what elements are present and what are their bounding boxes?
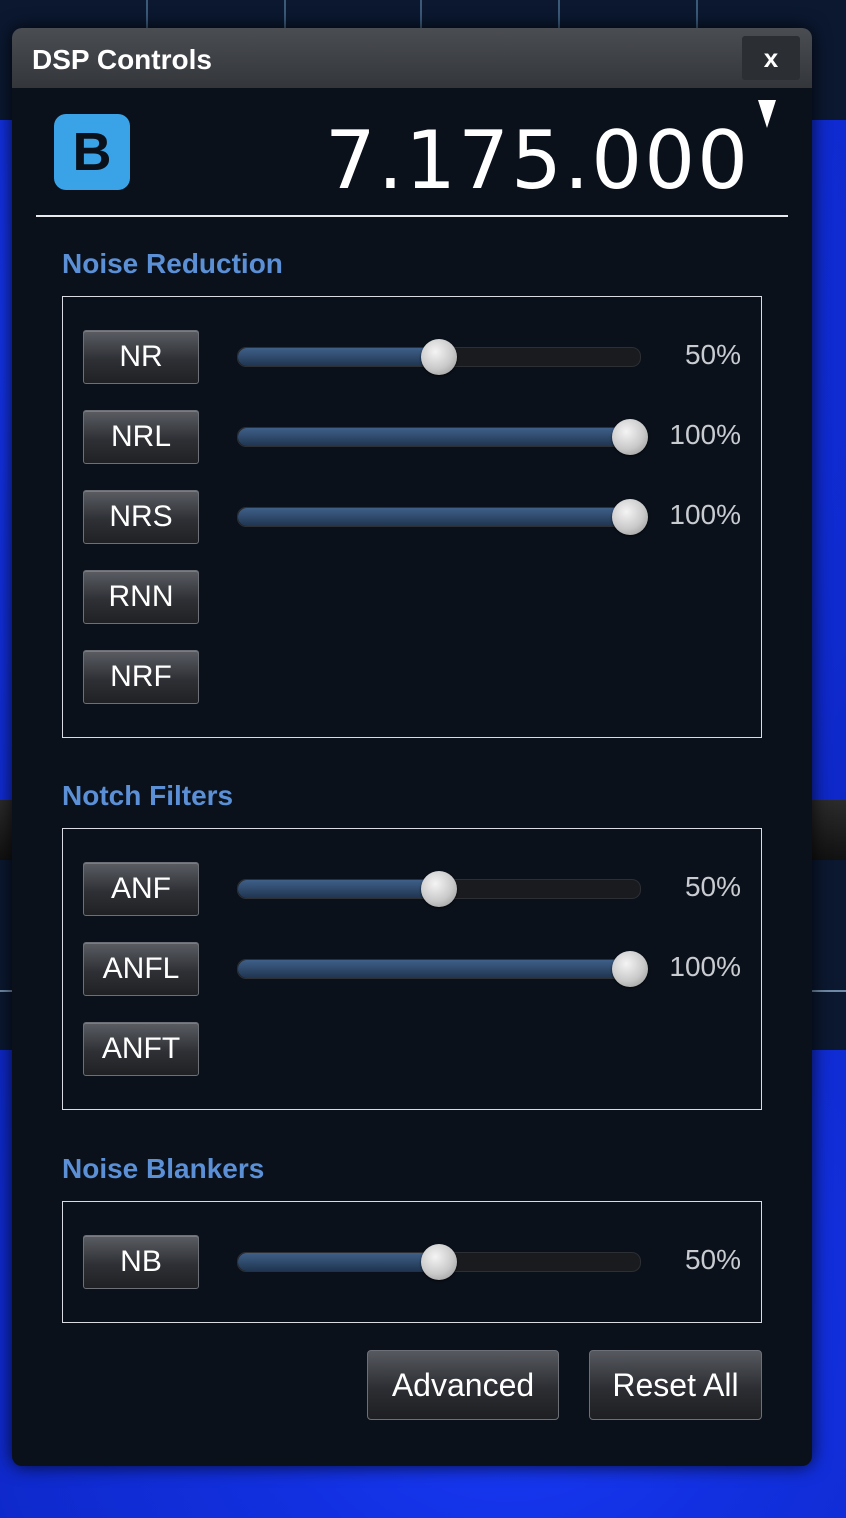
anfl-toggle-button[interactable]: ANFL [83, 942, 199, 996]
reset-all-button[interactable]: Reset All [589, 1350, 762, 1420]
noise-blankers-group: NB 50% [62, 1201, 762, 1323]
nrs-slider-thumb[interactable] [611, 499, 648, 535]
notch-filters-group: ANF 50% ANFL 100% ANFT [62, 828, 762, 1110]
dialog-title: DSP Controls [32, 44, 212, 75]
nrl-slider-thumb[interactable] [611, 419, 648, 455]
vfo-b-badge[interactable]: B [54, 114, 130, 190]
nrs-toggle-button[interactable]: NRS [83, 490, 199, 544]
anfl-slider-thumb[interactable] [611, 951, 648, 987]
title-bar[interactable]: DSP Controls x [12, 28, 812, 88]
notch-filters-title: Notch Filters [62, 780, 234, 811]
nr-value-label: 50% [684, 339, 741, 370]
anft-toggle-button[interactable]: ANFT [83, 1022, 199, 1076]
anfl-slider-fill [238, 960, 640, 978]
noise-reduction-title: Noise Reduction [62, 248, 283, 279]
nrl-value-label: 100% [669, 419, 741, 450]
nb-slider-thumb[interactable] [421, 1244, 457, 1280]
nrl-toggle-button[interactable]: NRL [83, 410, 199, 464]
frequency-display[interactable]: 7.175.000 [325, 114, 750, 207]
nb-toggle-button[interactable]: NB [83, 1235, 199, 1289]
anf-toggle-button[interactable]: ANF [83, 862, 199, 916]
nrs-slider[interactable] [237, 499, 648, 535]
anfl-value-label: 100% [669, 951, 741, 982]
nrf-toggle-button[interactable]: NRF [83, 650, 199, 704]
anf-value-label: 50% [684, 871, 741, 902]
nrs-value-label: 100% [669, 499, 741, 530]
nr-slider[interactable] [237, 339, 641, 375]
header-divider [36, 215, 788, 217]
rnn-toggle-button[interactable]: RNN [83, 570, 199, 624]
nrl-slider-fill [238, 428, 640, 446]
anf-slider[interactable] [237, 871, 641, 907]
close-button[interactable]: x [742, 36, 800, 80]
dropdown-arrow-icon[interactable] [758, 100, 776, 128]
nb-slider[interactable] [237, 1244, 641, 1280]
nb-slider-fill [238, 1253, 439, 1271]
nrs-slider-fill [238, 508, 640, 526]
nrl-slider[interactable] [237, 419, 648, 455]
noise-reduction-group: NR 50% NRL 100% NRS 100% RNN NRF [62, 296, 762, 738]
nr-slider-fill [238, 348, 439, 366]
noise-blankers-title: Noise Blankers [62, 1153, 265, 1184]
nb-value-label: 50% [684, 1244, 741, 1275]
anfl-slider[interactable] [237, 951, 648, 987]
advanced-button[interactable]: Advanced [367, 1350, 559, 1420]
anf-slider-thumb[interactable] [421, 871, 457, 907]
dsp-controls-dialog: DSP Controls x B 7.175.000 Noise Reducti… [12, 28, 812, 1466]
nr-slider-thumb[interactable] [421, 339, 457, 375]
nr-toggle-button[interactable]: NR [83, 330, 199, 384]
anf-slider-fill [238, 880, 439, 898]
